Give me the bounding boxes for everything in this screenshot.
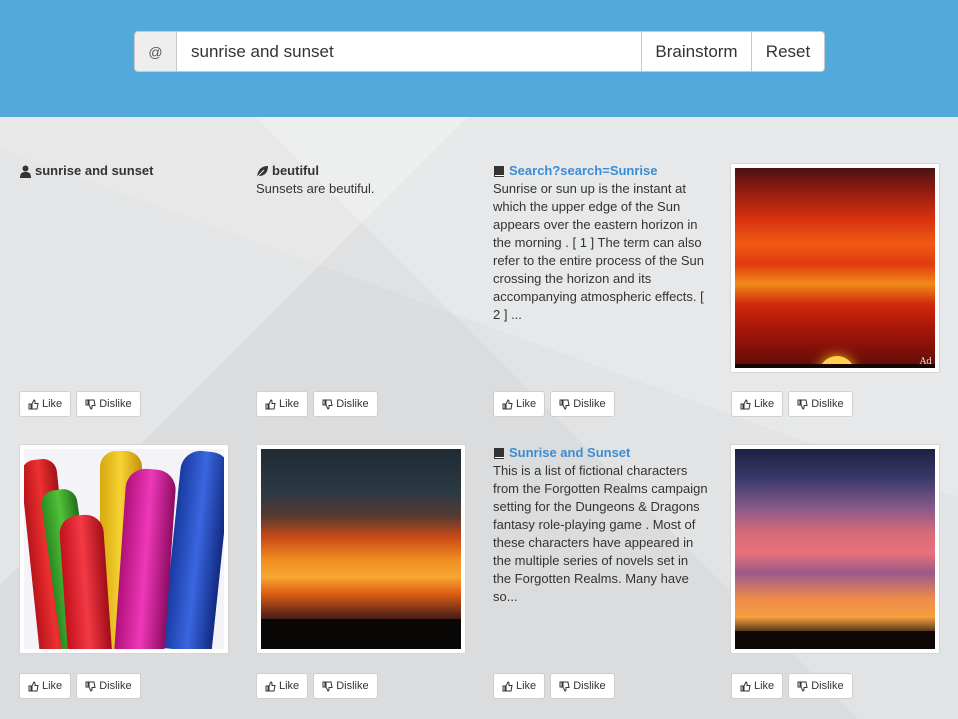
thumbs-down-icon: [85, 681, 96, 692]
book-icon: [494, 447, 504, 459]
header-bar: @ Brainstorm Reset: [0, 0, 958, 117]
card-body: This is a list of fictional characters f…: [493, 463, 708, 604]
image-card[interactable]: [256, 444, 466, 654]
card-user: sunrise and sunset: [19, 163, 231, 179]
thumbs-up-icon: [740, 680, 751, 691]
vote-buttons: Like Dislike: [256, 391, 378, 417]
like-button[interactable]: Like: [256, 391, 309, 417]
dislike-button[interactable]: Dislike: [313, 391, 378, 417]
vote-buttons: Like Dislike: [19, 673, 141, 699]
card-title: sunrise and sunset: [35, 163, 154, 178]
search-input[interactable]: [177, 31, 642, 72]
thumbs-down-icon: [85, 399, 96, 410]
vote-buttons: Like Dislike: [731, 673, 853, 699]
watermark: Ad: [919, 357, 932, 367]
vote-buttons: Like Dislike: [731, 391, 853, 417]
card-body: Sunrise or sun up is the instant at whic…: [493, 181, 705, 322]
image-card[interactable]: [730, 444, 940, 654]
sunset-pink-clouds-image: [735, 449, 935, 649]
thumbs-down-icon: [322, 399, 333, 410]
card-comment: beutiful Sunsets are beutiful.: [256, 163, 468, 198]
like-button[interactable]: Like: [19, 673, 72, 699]
thumbs-down-icon: [559, 399, 570, 410]
dislike-button[interactable]: Dislike: [76, 673, 141, 699]
thumbs-down-icon: [797, 681, 808, 692]
card-title-link[interactable]: Sunrise and Sunset: [509, 445, 630, 461]
vote-buttons: Like Dislike: [256, 673, 378, 699]
card-title: beutiful: [272, 163, 319, 178]
reset-button[interactable]: Reset: [752, 31, 825, 72]
thumbs-up-icon: [265, 680, 276, 691]
thumbs-down-icon: [322, 681, 333, 692]
vote-buttons: Like Dislike: [493, 391, 615, 417]
card-title-link[interactable]: Search?search=Sunrise: [509, 163, 658, 179]
card-article: Sunrise and Sunset This is a list of fic…: [493, 445, 708, 606]
sunset-clouds-image: [261, 449, 461, 649]
thumbs-up-icon: [265, 398, 276, 409]
thumbs-up-icon: [28, 680, 39, 691]
sunset-red-image: Ad: [735, 168, 935, 368]
dislike-button[interactable]: Dislike: [550, 673, 615, 699]
thumbs-down-icon: [797, 399, 808, 410]
dislike-button[interactable]: Dislike: [76, 391, 141, 417]
vote-buttons: Like Dislike: [19, 391, 141, 417]
thumbs-up-icon: [502, 680, 513, 691]
like-button[interactable]: Like: [731, 391, 784, 417]
thumbs-up-icon: [502, 398, 513, 409]
at-addon: @: [134, 31, 177, 72]
brainstorm-button[interactable]: Brainstorm: [642, 31, 752, 72]
book-icon: [494, 165, 504, 177]
like-button[interactable]: Like: [731, 673, 784, 699]
vote-buttons: Like Dislike: [493, 673, 615, 699]
card-article: Search?search=Sunrise Sunrise or sun up …: [493, 163, 708, 324]
thumbs-up-icon: [740, 398, 751, 409]
like-button[interactable]: Like: [493, 391, 546, 417]
dislike-button[interactable]: Dislike: [550, 391, 615, 417]
dislike-button[interactable]: Dislike: [788, 673, 853, 699]
like-button[interactable]: Like: [493, 673, 546, 699]
image-card[interactable]: [19, 444, 229, 654]
crayons-image: [24, 449, 224, 649]
dislike-button[interactable]: Dislike: [788, 391, 853, 417]
search-bar: @ Brainstorm Reset: [134, 31, 825, 72]
like-button[interactable]: Like: [19, 391, 72, 417]
dislike-button[interactable]: Dislike: [313, 673, 378, 699]
thumbs-down-icon: [559, 681, 570, 692]
card-body: Sunsets are beutiful.: [256, 181, 375, 196]
leaf-icon: [256, 165, 268, 177]
like-button[interactable]: Like: [256, 673, 309, 699]
user-icon: [20, 165, 31, 178]
thumbs-up-icon: [28, 398, 39, 409]
image-card[interactable]: Ad: [730, 163, 940, 373]
